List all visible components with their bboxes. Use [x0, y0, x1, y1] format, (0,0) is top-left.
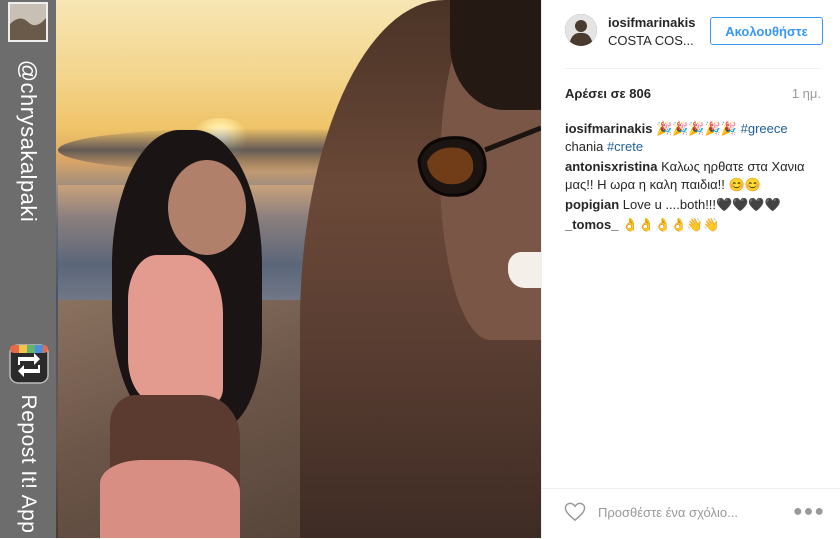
instagram-post-view: @chrysakalpaki Repost It! App iosifmarin… [0, 0, 840, 538]
author-avatar[interactable] [565, 14, 597, 46]
post-location[interactable]: COSTA COS... [608, 33, 694, 48]
more-options-icon[interactable]: ●●● [793, 503, 825, 521]
caption: iosifmarinakis 🎉🎉🎉🎉🎉 #greece chania #cre… [565, 120, 825, 156]
hashtag-greece[interactable]: #greece [741, 121, 788, 136]
author-avatar-icon [565, 14, 597, 46]
post-header: iosifmarinakis COSTA COS... Ακολουθήστε [542, 0, 840, 68]
list-item: antonisxristina Καλως ηρθατε στα Χανια μ… [565, 158, 825, 194]
photo-woman-face [168, 160, 246, 255]
repost-app-name: Repost It! App [17, 394, 40, 534]
photo-smile [508, 252, 541, 288]
repost-handle: @chrysakalpaki [16, 59, 41, 223]
repost-user-avatar [8, 2, 48, 42]
avatar-photo-icon [10, 4, 46, 40]
caption-text: 🎉🎉🎉🎉🎉 [656, 121, 737, 136]
author-username[interactable]: iosifmarinakis [608, 15, 695, 30]
comment-user[interactable]: antonisxristina [565, 159, 657, 174]
likes-count[interactable]: Αρέσει σε 806 [565, 86, 651, 101]
list-item: _tomos_ 👌👌👌👌👋👋 [565, 216, 825, 234]
repost-app-icon [9, 344, 49, 384]
heart-icon[interactable] [564, 502, 586, 522]
post-photo[interactable] [0, 0, 541, 538]
header-divider [565, 68, 821, 69]
comment-user[interactable]: _tomos_ [565, 217, 618, 232]
photo-sunglasses [417, 125, 541, 197]
list-item: popigian Love u ....both!!!🖤🖤🖤🖤 [565, 196, 825, 214]
repost-watermark-strip: @chrysakalpaki Repost It! App [0, 0, 56, 538]
photo-woman-bottom [100, 460, 240, 538]
comments-list: iosifmarinakis 🎉🎉🎉🎉🎉 #greece chania #cre… [565, 120, 825, 236]
comment-composer: ●●● [542, 488, 840, 539]
comment-text: 👌👌👌👌👋👋 [622, 217, 720, 232]
post-details-panel: iosifmarinakis COSTA COS... Ακολουθήστε … [541, 0, 840, 538]
hashtag-crete[interactable]: #crete [607, 139, 643, 154]
follow-button[interactable]: Ακολουθήστε [710, 17, 823, 45]
comment-input[interactable] [596, 498, 790, 526]
comment-text: Love u ....both!!!🖤🖤🖤🖤 [622, 197, 781, 212]
caption-user[interactable]: iosifmarinakis [565, 121, 652, 136]
caption-word-chania: chania [565, 139, 604, 154]
photo-woman-top [128, 255, 223, 403]
comment-user[interactable]: popigian [565, 197, 619, 212]
post-time[interactable]: 1 ημ. [792, 86, 821, 101]
